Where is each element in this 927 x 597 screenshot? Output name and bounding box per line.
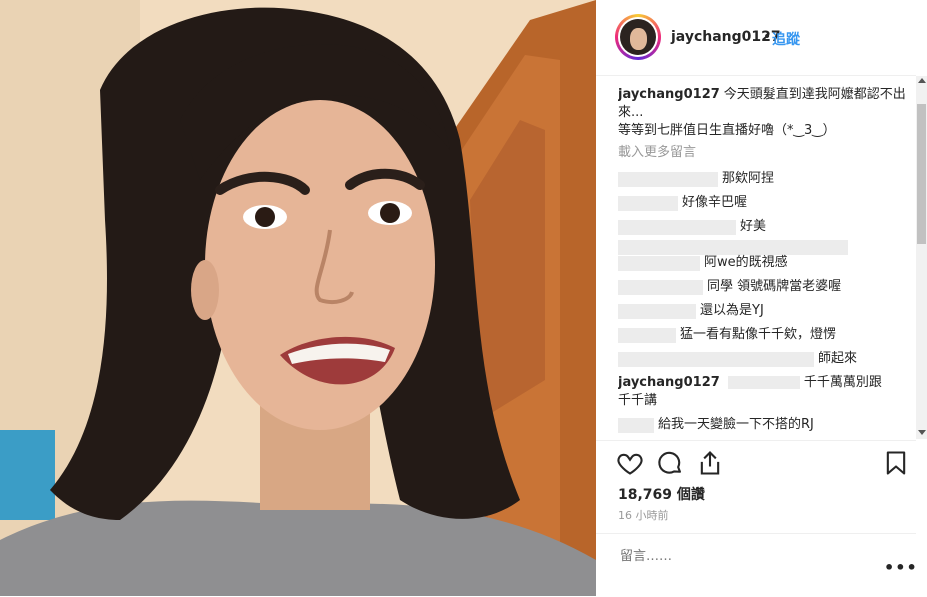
- reply-username[interactable]: jaychang0127: [618, 375, 720, 390]
- comment-icon[interactable]: [656, 449, 686, 479]
- load-more-comments[interactable]: 載入更多留言: [618, 144, 910, 162]
- follow-button[interactable]: 追蹤: [772, 29, 800, 49]
- blurred-username: [618, 172, 718, 187]
- list-item: 給我一天變臉一下不搭的RJ: [618, 414, 910, 438]
- avatar[interactable]: [615, 14, 661, 60]
- comment-text: 那欸阿捏: [722, 171, 775, 186]
- blurred-username: [618, 256, 700, 271]
- post-timestamp[interactable]: 16 小時前: [618, 507, 669, 523]
- list-item: 好像辛巴喔: [618, 192, 910, 216]
- heart-icon[interactable]: [616, 449, 646, 479]
- blurred-username: [618, 220, 736, 235]
- blurred-mention: [727, 376, 800, 389]
- list-item: 好美: [618, 216, 910, 240]
- share-icon[interactable]: [696, 449, 726, 479]
- more-options-icon[interactable]: •••: [884, 558, 918, 577]
- comment-text: 好美: [740, 219, 767, 234]
- avatar-frame: [618, 17, 658, 57]
- caption-username[interactable]: jaychang0127: [618, 87, 720, 102]
- scroll-down-icon[interactable]: [918, 430, 926, 435]
- likes-count[interactable]: 18,769 個讚: [618, 484, 705, 504]
- selfie-image: [0, 0, 596, 596]
- list-item: 同學 領號碼牌當老婆喔: [618, 276, 910, 300]
- list-item: 阿we的既視感: [618, 252, 910, 276]
- list-item: 那欸阿捏: [618, 168, 910, 192]
- list-item: 師起來: [618, 348, 910, 372]
- scrollbar-thumb[interactable]: [917, 104, 926, 244]
- separator-dot: •: [763, 29, 772, 45]
- comment-text: 猛一看有點像千千欸，燈愣: [680, 327, 837, 342]
- comments-scrollbar[interactable]: [916, 76, 927, 439]
- scroll-up-icon[interactable]: [918, 78, 926, 83]
- list-item: 猛一看有點像千千欸，燈愣: [618, 324, 910, 348]
- post-actions: [596, 440, 916, 487]
- avatar-face: [630, 28, 647, 50]
- comments-list: jaychang0127 今天頭髮直到達我阿嬤都認不出來... 等等到七胖值日生直…: [618, 86, 910, 438]
- avatar-image: [620, 19, 656, 55]
- list-item: 還以為是YJ: [618, 300, 910, 324]
- post-photo[interactable]: [0, 0, 596, 596]
- comment-box: •••: [596, 533, 918, 597]
- comment-text: 同學 領號碼牌當老婆喔: [707, 279, 842, 294]
- reply-text-wrap: jaychang0127 千千萬萬別跟千千講: [618, 374, 888, 410]
- blurred-username: [618, 196, 678, 211]
- list-item-spacer: [618, 240, 910, 255]
- comment-text: 阿we的既視感: [704, 255, 788, 270]
- blurred-username: [618, 304, 696, 319]
- list-item-reply: jaychang0127 千千萬萬別跟千千講: [618, 372, 910, 414]
- blurred-username: [618, 280, 703, 295]
- blurred-username: [618, 328, 676, 343]
- comment-text: 給我一天變臉一下不搭的RJ: [658, 417, 814, 432]
- post-header: jaychang0127 • 追蹤: [596, 0, 916, 76]
- comment-input[interactable]: [618, 548, 862, 565]
- comment-text: 師起來: [818, 351, 858, 366]
- blurred-username: [618, 418, 654, 433]
- comment-text: 好像辛巴喔: [682, 195, 748, 210]
- comment-text: 還以為是YJ: [700, 303, 764, 318]
- blurred-username: [618, 352, 814, 367]
- post-caption: jaychang0127 今天頭髮直到達我阿嬤都認不出來... 等等到七胖值日生直…: [618, 86, 910, 140]
- bookmark-icon[interactable]: [882, 449, 912, 479]
- caption-text-2: 等等到七胖值日生直播好嚕（*‿3‿）: [618, 123, 836, 138]
